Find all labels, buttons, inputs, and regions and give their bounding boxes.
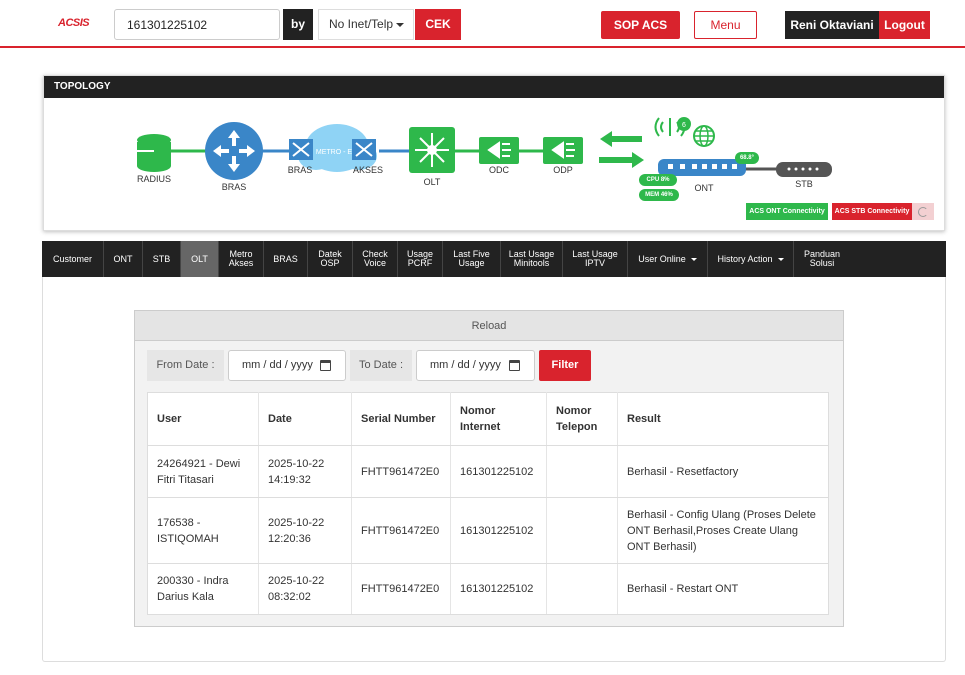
- odc-label: ODC: [489, 165, 509, 175]
- acs-stb-connectivity-button[interactable]: ACS STB Connectivity: [832, 203, 912, 220]
- cell-result: Berhasil - Config Ulang (Proses Delete O…: [617, 497, 829, 564]
- olt-icon[interactable]: [409, 127, 455, 173]
- tab-olt[interactable]: OLT: [181, 241, 219, 277]
- ont-label: ONT: [694, 183, 714, 193]
- reload-button[interactable]: Reload: [135, 311, 843, 341]
- cpu-badge: CPU 8%: [639, 174, 677, 186]
- detail-tabs: Customer ONT STB OLT Metro Akses BRAS Da…: [42, 241, 946, 277]
- tab-ont[interactable]: ONT: [104, 241, 143, 277]
- tab-user-online[interactable]: User Online: [628, 241, 708, 277]
- cell-user: 200330 - Indra Darius Kala: [147, 563, 259, 615]
- cell-user: 176538 - ISTIQOMAH: [147, 497, 259, 564]
- tab-last-usage-minitools[interactable]: Last Usage Minitools: [501, 241, 563, 277]
- cell-date: 2025-10-22 14:19:32: [258, 445, 352, 498]
- top-header: ACSIS by No Inet/Telp CEK SOP ACS Menu R…: [0, 0, 965, 48]
- col-nomor-telepon: Nomor Telepon: [546, 392, 618, 446]
- cell-internet: 161301225102: [450, 497, 547, 564]
- tab-bras[interactable]: BRAS: [264, 241, 308, 277]
- history-table: User Date Serial Number Nomor Internet N…: [147, 392, 829, 615]
- acsis-logo[interactable]: ACSIS: [58, 17, 90, 29]
- cek-button[interactable]: CEK: [415, 9, 461, 40]
- cell-telepon: [546, 563, 618, 615]
- odc-icon[interactable]: [479, 137, 519, 164]
- col-serial: Serial Number: [351, 392, 451, 446]
- cell-result: Berhasil - Restart ONT: [617, 563, 829, 615]
- cell-user: 24264921 - Dewi Fitri Titasari: [147, 445, 259, 498]
- calendar-icon[interactable]: [320, 360, 331, 371]
- cell-telepon: [546, 497, 618, 564]
- stb-device-icon[interactable]: [776, 162, 832, 177]
- exchange-arrows-icon: [599, 131, 644, 168]
- metro-label: METRO - E: [316, 149, 352, 156]
- table-row: 24264921 - Dewi Fitri Titasari 2025-10-2…: [147, 445, 829, 498]
- logout-button[interactable]: Logout: [879, 11, 930, 39]
- tab-last-five-usage[interactable]: Last Five Usage: [443, 241, 501, 277]
- table-row: 200330 - Indra Darius Kala 2025-10-22 08…: [147, 563, 829, 615]
- odp-label: ODP: [553, 165, 573, 175]
- from-date-input[interactable]: mm / dd / yyyy: [228, 350, 346, 381]
- menu-button[interactable]: Menu: [694, 11, 757, 39]
- sop-acs-button[interactable]: SOP ACS: [601, 11, 680, 39]
- cell-serial: FHTT961472E0: [351, 563, 451, 615]
- globe-icon: [693, 125, 715, 147]
- search-input[interactable]: [114, 9, 280, 40]
- by-label: by: [283, 9, 313, 40]
- olt-label: OLT: [423, 177, 441, 187]
- chevron-down-icon: [396, 23, 404, 27]
- topology-title: TOPOLOGY: [44, 76, 944, 98]
- user-name-button[interactable]: Reni Oktaviani: [785, 11, 879, 39]
- tab-panduan-solusi[interactable]: Panduan Solusi: [794, 241, 850, 277]
- tab-datek-osp[interactable]: Datek OSP: [308, 241, 353, 277]
- tab-history-action[interactable]: History Action: [708, 241, 794, 277]
- loading-spinner-icon: [912, 203, 934, 220]
- radius-database-icon[interactable]: [137, 134, 171, 172]
- cell-date: 2025-10-22 12:20:36: [258, 497, 352, 564]
- filter-button[interactable]: Filter: [539, 350, 591, 381]
- tab-metro-akses[interactable]: Metro Akses: [219, 241, 264, 277]
- ont-count-badge: 6: [682, 122, 686, 129]
- search-type-select[interactable]: No Inet/Telp: [318, 9, 414, 40]
- cell-serial: FHTT961472E0: [351, 445, 451, 498]
- cell-date: 2025-10-22 08:32:02: [258, 563, 352, 615]
- cell-telepon: [546, 445, 618, 498]
- tab-last-usage-iptv[interactable]: Last Usage IPTV: [563, 241, 628, 277]
- akses-label: AKSES: [352, 165, 383, 175]
- tab-check-voice[interactable]: Check Voice: [353, 241, 398, 277]
- calendar-icon[interactable]: [509, 360, 520, 371]
- odp-icon[interactable]: [543, 137, 583, 164]
- bras-router-icon[interactable]: [205, 122, 263, 180]
- mem-badge: MEM 46%: [639, 189, 679, 201]
- bras2-label: BRAS: [287, 165, 313, 175]
- cell-internet: 161301225102: [450, 563, 547, 615]
- chevron-down-icon: [690, 257, 697, 261]
- tab-customer[interactable]: Customer: [42, 241, 104, 277]
- col-result: Result: [617, 392, 829, 446]
- table-row: 176538 - ISTIQOMAH 2025-10-22 12:20:36 F…: [147, 497, 829, 564]
- cell-result: Berhasil - Resetfactory: [617, 445, 829, 498]
- temperature-badge: 68.8°: [735, 152, 759, 164]
- col-date: Date: [258, 392, 352, 446]
- tab-stb[interactable]: STB: [143, 241, 181, 277]
- acs-ont-connectivity-button[interactable]: ACS ONT Connectivity: [746, 203, 828, 220]
- to-date-label: To Date :: [350, 350, 412, 381]
- from-date-label: From Date :: [147, 350, 224, 381]
- stb-label: STB: [795, 179, 813, 189]
- col-user: User: [147, 392, 259, 446]
- radius-label: RADIUS: [136, 174, 171, 184]
- col-nomor-internet: Nomor Internet: [450, 392, 547, 446]
- to-date-input[interactable]: mm / dd / yyyy: [416, 350, 535, 381]
- topology-panel: TOPOLOGY METRO - E 6 RADIUS BRAS BRAS AK…: [43, 75, 945, 231]
- search-type-value: No Inet/Telp: [329, 17, 394, 31]
- cell-serial: FHTT961472E0: [351, 497, 451, 564]
- chevron-down-icon: [777, 257, 784, 261]
- bras-label: BRAS: [221, 182, 247, 192]
- tab-usage-pcrf[interactable]: Usage PCRF: [398, 241, 443, 277]
- cell-internet: 161301225102: [450, 445, 547, 498]
- table-header-row: User Date Serial Number Nomor Internet N…: [147, 392, 829, 446]
